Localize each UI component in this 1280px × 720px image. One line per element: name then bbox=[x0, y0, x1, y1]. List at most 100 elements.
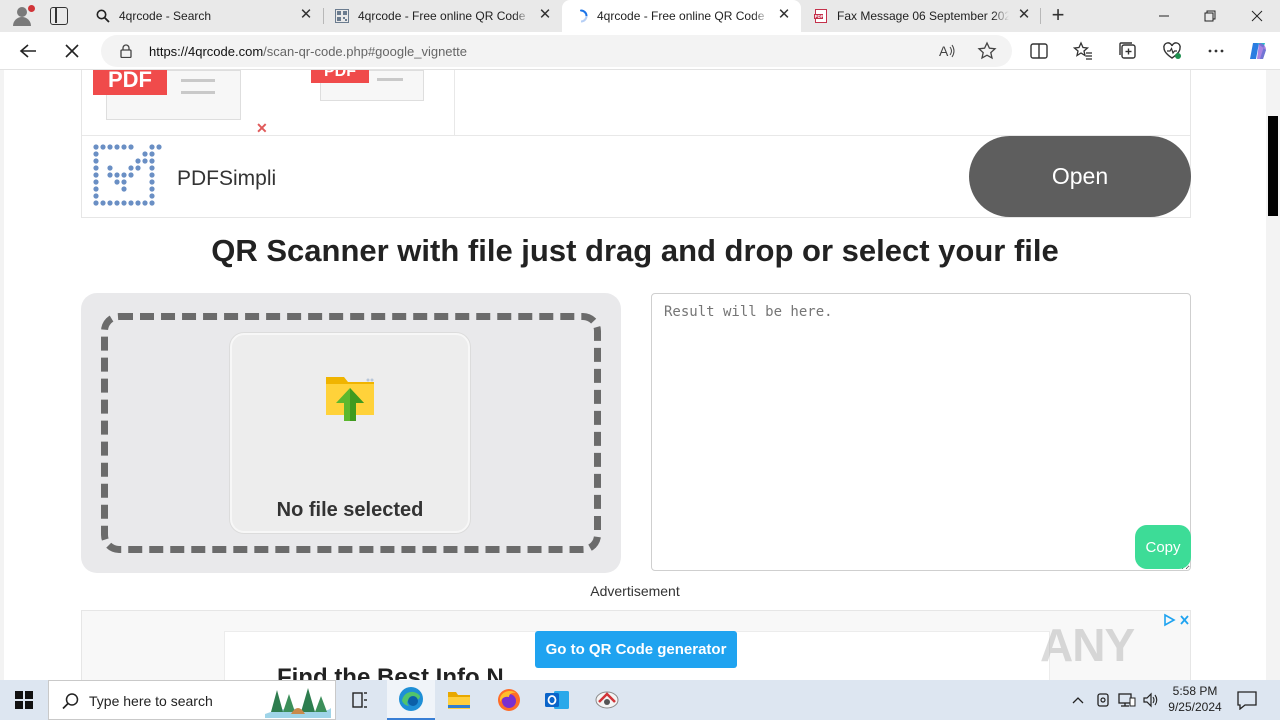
windows-taskbar: Type here to search 5:58 PM 9/25/2024 bbox=[0, 680, 1280, 720]
advertisement-label: Advertisement bbox=[590, 583, 680, 599]
taskbar-clock[interactable]: 5:58 PM 9/25/2024 bbox=[1160, 683, 1230, 715]
close-tab-icon[interactable]: ✕ bbox=[299, 7, 313, 22]
go-to-generator-button[interactable]: Go to QR Code generator bbox=[535, 631, 737, 668]
ad-close-icon[interactable]: ✕ bbox=[256, 120, 268, 137]
more-options-icon[interactable] bbox=[1206, 41, 1226, 61]
tray-volume-icon[interactable] bbox=[1141, 690, 1161, 710]
pdf-icon: PDF bbox=[814, 9, 827, 23]
clock-date: 9/25/2024 bbox=[1168, 700, 1222, 714]
page-viewport: PDF PDF ✕ PDFSimpli Open QR Scanner with… bbox=[0, 70, 1280, 680]
windows-logo-icon bbox=[15, 691, 33, 709]
search-icon bbox=[96, 9, 110, 23]
start-button[interactable] bbox=[0, 680, 48, 720]
favorites-icon[interactable] bbox=[1073, 41, 1093, 61]
task-view-icon bbox=[352, 692, 367, 708]
device-icon bbox=[1097, 693, 1109, 707]
page-title: QR Scanner with file just drag and drop … bbox=[211, 233, 1059, 268]
pdf-badge: PDF bbox=[93, 70, 167, 95]
profile-icon[interactable] bbox=[8, 4, 36, 28]
speaker-icon bbox=[1143, 692, 1158, 708]
taskbar-file-explorer[interactable] bbox=[435, 680, 483, 720]
minimize-button[interactable] bbox=[1141, 0, 1187, 32]
search-highlight-illustration bbox=[265, 684, 331, 718]
taskbar-search-box[interactable]: Type here to search bbox=[48, 680, 336, 720]
svg-text:PDF: PDF bbox=[815, 14, 824, 19]
tab-strip: 4qrcode - Search ✕ 4qrcode - Free online… bbox=[0, 0, 1280, 32]
tab-qr-reader-active[interactable]: 4qrcode - Free online QR Code reader ✕ bbox=[562, 0, 801, 32]
file-select-box[interactable]: No file selected bbox=[230, 333, 470, 533]
page-scrollbar[interactable] bbox=[1266, 70, 1280, 680]
minimize-icon bbox=[1159, 15, 1169, 17]
pdfsimpli-logo bbox=[93, 144, 162, 206]
url-host: https://4qrcode.com bbox=[149, 44, 264, 59]
stop-loading-button[interactable] bbox=[60, 39, 84, 63]
file-status-text: No file selected bbox=[276, 499, 424, 521]
tab-title: Fax Message 06 September 2024T bbox=[837, 9, 1009, 23]
result-textarea[interactable] bbox=[651, 293, 1191, 571]
tab-title: 4qrcode - Free online QR Code reader bbox=[597, 9, 769, 23]
web-page: PDF PDF ✕ PDFSimpli Open QR Scanner with… bbox=[4, 70, 1266, 680]
browser-toolbar: https://4qrcode.com/scan-qr-code.php#goo… bbox=[0, 32, 1280, 70]
watermark-text: ANY RUN bbox=[1040, 619, 1138, 680]
close-tab-icon[interactable]: ✕ bbox=[538, 7, 552, 22]
edge-icon bbox=[399, 687, 423, 711]
ad-headline[interactable]: Find the Best Info N bbox=[277, 664, 504, 680]
lock-icon[interactable] bbox=[120, 44, 132, 58]
address-bar[interactable]: https://4qrcode.com/scan-qr-code.php#goo… bbox=[101, 35, 1012, 67]
network-icon bbox=[1118, 693, 1136, 707]
pdf-document-illustration: PDF bbox=[93, 70, 241, 120]
favorite-star-icon[interactable] bbox=[977, 41, 997, 61]
back-button[interactable] bbox=[16, 39, 40, 63]
firefox-icon bbox=[498, 689, 520, 711]
close-window-button[interactable] bbox=[1234, 0, 1280, 32]
copy-button[interactable]: Copy bbox=[1135, 525, 1191, 569]
taskbar-outlook[interactable] bbox=[533, 680, 581, 720]
close-icon bbox=[1251, 10, 1263, 22]
url-path: /scan-qr-code.php#google_vignette bbox=[263, 44, 467, 59]
tab-qr-reader[interactable]: 4qrcode - Free online QR Code reader ✕ bbox=[323, 0, 562, 32]
restore-icon bbox=[1204, 10, 1216, 22]
loading-icon bbox=[580, 9, 588, 23]
search-icon bbox=[62, 693, 79, 710]
folder-icon bbox=[448, 692, 470, 709]
clock-time: 5:58 PM bbox=[1172, 684, 1218, 698]
top-advertisement[interactable]: PDF PDF ✕ PDFSimpli Open bbox=[81, 70, 1191, 218]
anyrun-watermark: ANY RUN bbox=[1040, 610, 1240, 680]
close-tab-icon[interactable]: ✕ bbox=[777, 7, 791, 22]
app-icon bbox=[595, 691, 619, 709]
search-placeholder: Type here to search bbox=[89, 693, 213, 709]
chevron-up-icon bbox=[1072, 697, 1084, 704]
collections-icon[interactable] bbox=[1118, 41, 1138, 61]
outlook-icon bbox=[545, 691, 569, 709]
ad-advertiser-name[interactable]: PDFSimpli bbox=[177, 167, 276, 191]
new-tab-button[interactable]: + bbox=[1046, 4, 1070, 28]
taskbar-edge[interactable] bbox=[387, 680, 435, 720]
split-screen-icon[interactable] bbox=[1029, 41, 1049, 61]
tab-search[interactable]: 4qrcode - Search ✕ bbox=[84, 0, 323, 32]
task-view-button[interactable] bbox=[336, 680, 384, 720]
ad-open-button[interactable]: Open bbox=[969, 136, 1191, 217]
pdf-document-illustration: PDF bbox=[311, 70, 424, 101]
taskbar-app[interactable] bbox=[583, 680, 631, 720]
tab-actions-icon[interactable] bbox=[50, 7, 68, 25]
tray-network-icon[interactable] bbox=[1117, 690, 1137, 710]
file-drop-zone[interactable]: No file selected bbox=[81, 293, 621, 573]
show-hidden-icons[interactable] bbox=[1068, 690, 1088, 710]
tab-fax-pdf[interactable]: PDF Fax Message 06 September 2024T ✕ bbox=[802, 0, 1041, 32]
pdf-badge: PDF bbox=[311, 70, 369, 83]
svg-text:A: A bbox=[939, 43, 949, 59]
copilot-icon[interactable] bbox=[1247, 40, 1269, 62]
taskbar-firefox[interactable] bbox=[485, 680, 533, 720]
scrollbar-thumb[interactable] bbox=[1268, 116, 1278, 216]
back-arrow-icon bbox=[19, 44, 36, 58]
close-tab-icon[interactable]: ✕ bbox=[1017, 7, 1031, 22]
tab-title: 4qrcode - Search bbox=[119, 9, 291, 23]
folder-upload-icon bbox=[326, 377, 374, 421]
notification-icon[interactable] bbox=[1236, 690, 1258, 710]
read-aloud-icon[interactable]: A bbox=[937, 41, 957, 61]
tray-device-icon[interactable] bbox=[1093, 690, 1113, 710]
url-text[interactable]: https://4qrcode.com/scan-qr-code.php#goo… bbox=[149, 44, 467, 59]
browser-essentials-icon[interactable] bbox=[1162, 41, 1182, 61]
tab-title: 4qrcode - Free online QR Code reader bbox=[358, 9, 530, 23]
restore-button[interactable] bbox=[1187, 0, 1233, 32]
